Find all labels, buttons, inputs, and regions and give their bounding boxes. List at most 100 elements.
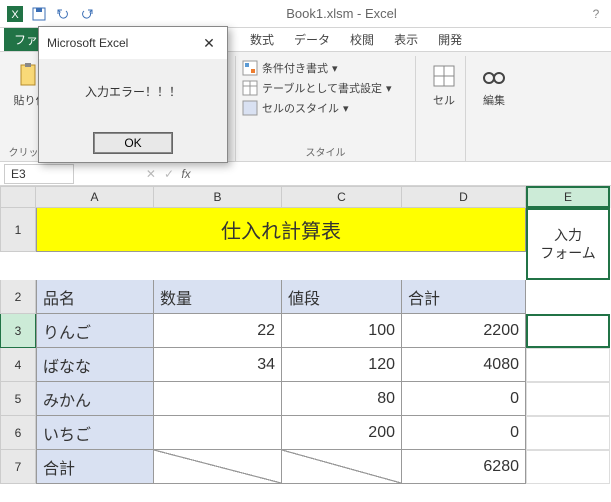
error-dialog: Microsoft Excel ✕ 入力エラー！！！ OK	[38, 26, 228, 163]
worksheet: A B C D E 1 仕入れ計算表 入力 フォーム 2 品名 数量 値段 合計…	[0, 186, 611, 484]
col-header-a[interactable]: A	[36, 186, 154, 208]
cell-c4[interactable]: 120	[282, 348, 402, 382]
table-format-label: テーブルとして書式設定	[262, 80, 382, 96]
header-name[interactable]: 品名	[36, 280, 154, 314]
cell-d5[interactable]: 0	[402, 382, 526, 416]
binoculars-icon	[480, 62, 508, 90]
cell-styles-button[interactable]: セルのスタイル ▾	[242, 98, 409, 118]
cell-a4[interactable]: ばなな	[36, 348, 154, 382]
cell-e4[interactable]	[526, 348, 610, 382]
tab-formulas[interactable]: 数式	[240, 28, 284, 51]
cells-label: セル	[433, 92, 455, 108]
dialog-buttons: OK	[39, 124, 227, 162]
row-num-1[interactable]: 1	[0, 208, 36, 252]
edit-label: 編集	[483, 92, 505, 108]
name-box[interactable]: E3	[4, 164, 74, 184]
tab-review[interactable]: 校閲	[340, 28, 384, 51]
row-num-3[interactable]: 3	[0, 314, 36, 348]
cell-a7[interactable]: 合計	[36, 450, 154, 484]
cancel-icon[interactable]: ✕	[146, 167, 156, 181]
cells-button[interactable]: セル	[422, 58, 466, 112]
group-cells: セル	[416, 56, 466, 161]
tab-developer[interactable]: 開発	[428, 28, 472, 51]
save-icon[interactable]	[30, 5, 48, 23]
cell-d4[interactable]: 4080	[402, 348, 526, 382]
fx-button[interactable]: fx	[174, 167, 198, 181]
col-header-c[interactable]: C	[282, 186, 402, 208]
select-all-corner[interactable]	[0, 186, 36, 208]
dialog-title: Microsoft Excel	[47, 36, 128, 50]
form-btn-l2: フォーム	[540, 244, 596, 262]
tab-view[interactable]: 表示	[384, 28, 428, 51]
row-4: 4 ばなな 34 120 4080	[0, 348, 611, 382]
cell-a3[interactable]: りんご	[36, 314, 154, 348]
dropdown-icon: ▾	[332, 62, 338, 75]
cell-b7[interactable]	[154, 450, 282, 484]
cell-c7[interactable]	[282, 450, 402, 484]
form-button[interactable]: 入力 フォーム	[526, 208, 610, 280]
row-5: 5 みかん 80 0	[0, 382, 611, 416]
col-header-b[interactable]: B	[154, 186, 282, 208]
excel-icon: X	[6, 5, 24, 23]
row-num-4[interactable]: 4	[0, 348, 36, 382]
row-6: 6 いちご 200 0	[0, 416, 611, 450]
cell-a6[interactable]: いちご	[36, 416, 154, 450]
undo-icon[interactable]	[54, 5, 72, 23]
cell-b4[interactable]: 34	[154, 348, 282, 382]
cell-d7[interactable]: 6280	[402, 450, 526, 484]
row-num-2[interactable]: 2	[0, 280, 36, 314]
header-qty[interactable]: 数量	[154, 280, 282, 314]
cell-d6[interactable]: 0	[402, 416, 526, 450]
table-icon	[242, 80, 258, 96]
column-headers: A B C D E	[0, 186, 611, 208]
row-num-6[interactable]: 6	[0, 416, 36, 450]
cell-e3[interactable]	[526, 314, 610, 348]
cell-b5[interactable]	[154, 382, 282, 416]
cell-e5[interactable]	[526, 382, 610, 416]
group-styles: 条件付き書式 ▾ テーブルとして書式設定 ▾ セルのスタイル ▾ スタイル	[236, 56, 416, 161]
cellstyle-icon	[242, 100, 258, 116]
cell-c3[interactable]: 100	[282, 314, 402, 348]
dropdown-icon: ▾	[386, 82, 392, 95]
close-icon[interactable]: ✕	[199, 33, 219, 53]
conditional-formatting-button[interactable]: 条件付き書式 ▾	[242, 58, 409, 78]
svg-text:X: X	[11, 9, 19, 21]
cell-e7[interactable]	[526, 450, 610, 484]
ok-button[interactable]: OK	[93, 132, 173, 154]
cells-icon	[430, 62, 458, 90]
cell-c5[interactable]: 80	[282, 382, 402, 416]
col-header-e[interactable]: E	[526, 186, 610, 208]
cell-b6[interactable]	[154, 416, 282, 450]
conditional-icon	[242, 60, 258, 76]
cell-d3[interactable]: 2200	[402, 314, 526, 348]
row-num-7[interactable]: 7	[0, 450, 36, 484]
form-btn-l1: 入力	[554, 226, 582, 244]
redo-icon[interactable]	[78, 5, 96, 23]
row-2: 2 品名 数量 値段 合計	[0, 280, 611, 314]
table-format-button[interactable]: テーブルとして書式設定 ▾	[242, 78, 409, 98]
conditional-label: 条件付き書式	[262, 60, 328, 76]
quick-access-toolbar: X Book1.xlsm - Excel ?	[0, 0, 611, 28]
header-price[interactable]: 値段	[282, 280, 402, 314]
find-button[interactable]: 編集	[472, 58, 516, 112]
cell-b3[interactable]: 22	[154, 314, 282, 348]
help-icon[interactable]: ?	[587, 5, 605, 23]
cell-c6[interactable]: 200	[282, 416, 402, 450]
row-num-5[interactable]: 5	[0, 382, 36, 416]
row-1: 1 仕入れ計算表 入力 フォーム	[0, 208, 611, 280]
dialog-titlebar: Microsoft Excel ✕	[39, 27, 227, 59]
tab-data[interactable]: データ	[284, 28, 340, 51]
header-total[interactable]: 合計	[402, 280, 526, 314]
styles-label: スタイル	[236, 144, 415, 159]
cell-a5[interactable]: みかん	[36, 382, 154, 416]
cell-styles-label: セルのスタイル	[262, 100, 339, 116]
row-3: 3 りんご 22 100 2200	[0, 314, 611, 348]
enter-icon[interactable]: ✓	[164, 167, 174, 181]
title-cell[interactable]: 仕入れ計算表	[36, 208, 526, 252]
col-header-d[interactable]: D	[402, 186, 526, 208]
group-editing: 編集	[466, 56, 520, 161]
dropdown-icon: ▾	[343, 102, 349, 115]
cell-e6[interactable]	[526, 416, 610, 450]
window-title: Book1.xlsm - Excel	[102, 6, 581, 21]
formula-bar-row: E3 ✕ ✓ fx	[0, 162, 611, 186]
